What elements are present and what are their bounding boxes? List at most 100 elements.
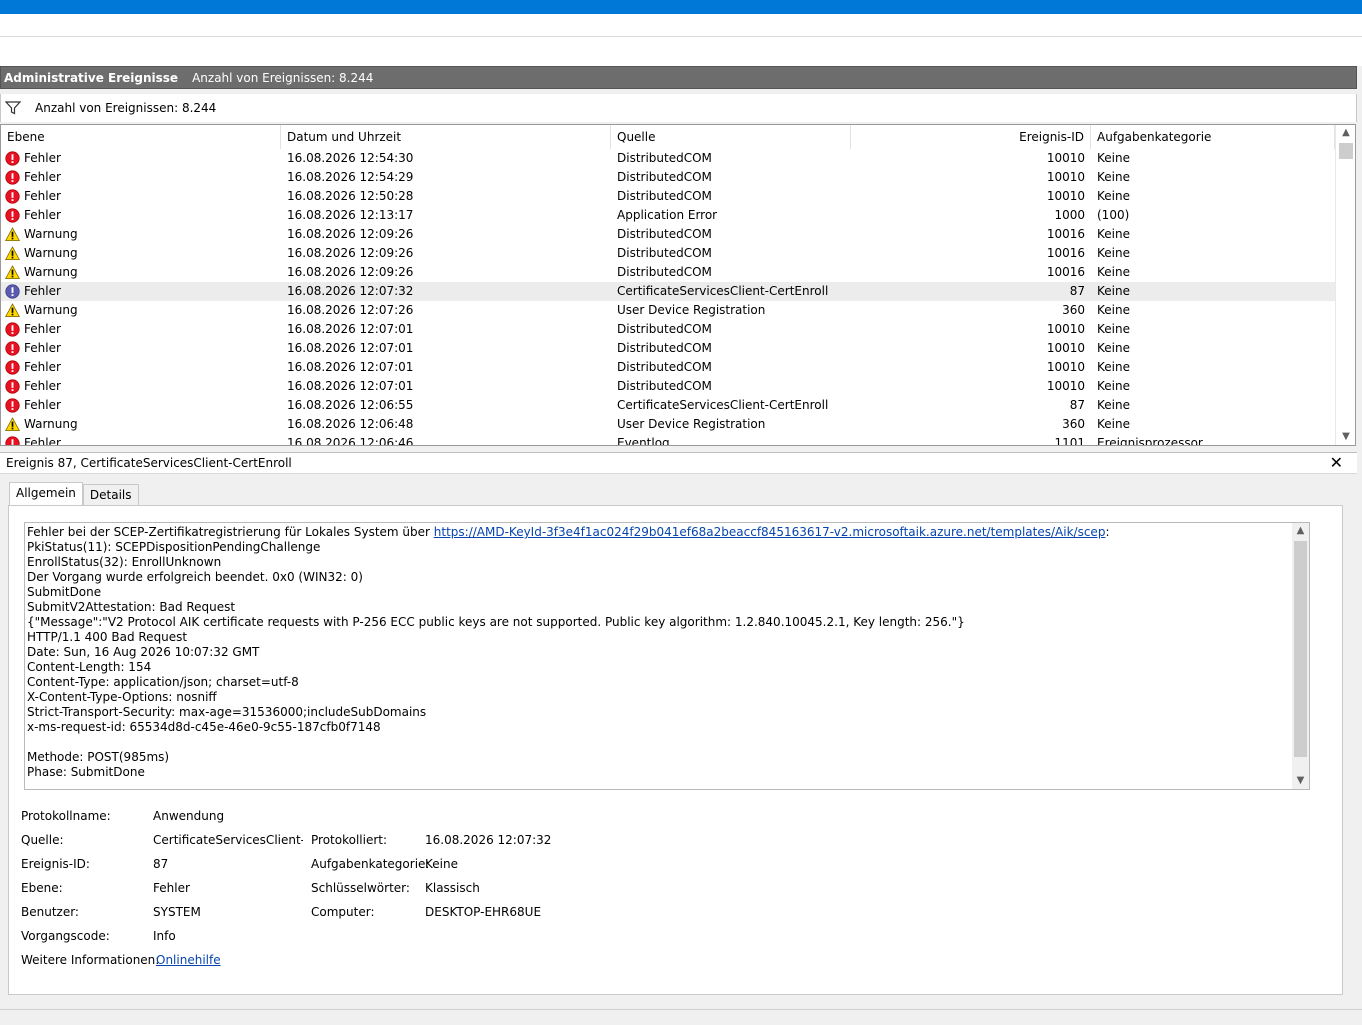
panel-event-count: Anzahl von Ereignissen: 8.244 [192,70,374,85]
table-row[interactable]: Fehler 16.08.2026 12:07:01 DistributedCOM 1… [1,377,1335,396]
error-icon [5,189,20,204]
row-source: CertificateServicesClient-CertEnroll [617,284,829,298]
row-category: Keine [1097,246,1130,260]
error-icon [5,322,20,337]
filter-event-count: Anzahl von Ereignissen: 8.244 [35,101,217,115]
keywords-value[interactable]: Klassisch [425,880,480,896]
row-category: Keine [1097,398,1130,412]
row-category: Keine [1097,360,1130,374]
table-row[interactable]: Fehler 16.08.2026 12:13:17 Application Err… [1,206,1335,225]
row-event-id: 360 [1062,417,1085,431]
table-row[interactable]: Fehler 16.08.2026 12:06:55 CertificateServ… [1,396,1335,415]
more-info-value[interactable]: Onlinehilfe [156,952,221,968]
grid-vertical-scrollbar[interactable]: ▲ ▼ [1335,125,1355,445]
event-message-box[interactable]: Fehler bei der SCEP-Zertifikatregistrier… [24,522,1310,790]
level-value[interactable]: Fehler [153,880,190,896]
row-level: Fehler [1,149,281,168]
opcode-value[interactable]: Info [153,928,176,944]
table-row[interactable]: Warnung 16.08.2026 12:09:26 DistributedCOM… [1,263,1335,282]
task-category-value[interactable]: Keine [425,856,458,872]
table-row[interactable]: Fehler 16.08.2026 12:07:01 DistributedCOM 1… [1,358,1335,377]
row-source: DistributedCOM [617,322,712,336]
message-body: PkiStatus(11): SCEPDispositionPendingCha… [27,540,965,779]
row-event-id: 1000 [1054,208,1085,222]
grid-header: Ebene Datum und Uhrzeit Quelle Ereignis-… [1,125,1335,149]
row-date: 16.08.2026 12:06:55 [287,398,414,412]
table-row[interactable]: Warnung 16.08.2026 12:07:26 User Device Re… [1,301,1335,320]
event-message-text[interactable]: Fehler bei der SCEP-Zertifikatregistrier… [27,525,1289,780]
message-scroll-thumb[interactable] [1294,541,1307,757]
row-event-id: 10010 [1046,170,1085,184]
scroll-thumb[interactable] [1339,143,1353,159]
row-date: 16.08.2026 12:06:48 [287,417,414,431]
row-event-id: 10016 [1046,227,1085,241]
row-source: User Device Registration [617,417,766,431]
task-category-label: Aufgabenkategorie: [311,857,430,871]
close-icon[interactable]: ✕ [1330,454,1343,472]
row-level-text: Warnung [24,265,78,279]
row-event-id: 10016 [1046,246,1085,260]
column-header-event-id[interactable]: Ereignis-ID [851,125,1091,149]
detail-title: Ereignis 87, CertificateServicesClient-C… [6,456,292,470]
error-icon [5,360,20,375]
scroll-up-arrow-icon[interactable]: ▲ [1336,125,1355,141]
row-level: Warnung [1,301,281,320]
tab-details[interactable]: Details [82,484,139,506]
row-level: Warnung [1,244,281,263]
source-label: Quelle: [21,833,64,847]
column-header-date[interactable]: Datum und Uhrzeit [281,125,611,149]
row-level-text: Fehler [24,322,61,336]
table-row[interactable]: Fehler 16.08.2026 12:06:46 Eventlog 1101 Ere… [1,434,1335,446]
title-bar [0,0,1362,14]
table-row[interactable]: Warnung 16.08.2026 12:06:48 User Device Re… [1,415,1335,434]
scroll-down-arrow-icon[interactable]: ▼ [1336,429,1355,445]
event-id-value[interactable]: 87 [153,856,168,872]
scep-url-link[interactable]: https://AMD-KeyId-3f3e4f1ac024f29b041ef6… [434,525,1106,539]
error-icon [5,208,20,223]
table-row[interactable]: Fehler 16.08.2026 12:50:28 DistributedCOM 1… [1,187,1335,206]
message-scroll-down-icon[interactable]: ▼ [1292,773,1309,789]
error-icon [5,436,20,445]
column-header-source[interactable]: Quelle [611,125,851,149]
row-source: DistributedCOM [617,189,712,203]
online-help-link[interactable]: Onlinehilfe [156,953,221,967]
opcode-label: Vorgangscode: [21,929,110,943]
row-level-text: Fehler [24,360,61,374]
row-event-id: 87 [1069,284,1085,298]
table-row[interactable]: Warnung 16.08.2026 12:09:26 DistributedCOM… [1,225,1335,244]
table-row[interactable]: Fehler 16.08.2026 12:07:01 DistributedCOM 1… [1,339,1335,358]
row-event-id: 360 [1062,303,1085,317]
message-scroll-up-icon[interactable]: ▲ [1292,523,1309,539]
table-row[interactable]: Warnung 16.08.2026 12:09:26 DistributedCOM… [1,244,1335,263]
row-level-text: Fehler [24,170,61,184]
row-source: DistributedCOM [617,360,712,374]
column-header-level[interactable]: Ebene [1,125,281,149]
tab-general[interactable]: Allgemein [9,482,83,506]
table-row[interactable]: Fehler 16.08.2026 12:54:29 DistributedCOM 1… [1,168,1335,187]
column-header-category[interactable]: Aufgabenkategorie [1091,125,1335,149]
row-level-text: Fehler [24,284,61,298]
source-value[interactable]: CertificateServicesClient-CertEnroll [153,832,303,848]
grid-rows: Fehler 16.08.2026 12:54:30 DistributedCOM 1… [1,149,1335,446]
table-row[interactable]: Fehler 16.08.2026 12:07:01 DistributedCOM 1… [1,320,1335,339]
status-bar [0,1009,1362,1025]
user-value[interactable]: SYSTEM [153,904,201,920]
row-category: Keine [1097,341,1130,355]
row-date: 16.08.2026 12:50:28 [287,189,414,203]
row-category: Keine [1097,417,1130,431]
table-row[interactable]: Fehler 16.08.2026 12:07:32 CertificateServ… [1,282,1335,301]
event-grid[interactable]: Ebene Datum und Uhrzeit Quelle Ereignis-… [0,124,1356,446]
table-row[interactable]: Fehler 16.08.2026 12:54:30 DistributedCOM 1… [1,149,1335,168]
message-vertical-scrollbar[interactable]: ▲ ▼ [1292,523,1309,789]
computer-value[interactable]: DESKTOP-EHR68UE [425,904,541,920]
row-level: Fehler [1,168,281,187]
log-name-value[interactable]: Anwendung [153,808,224,824]
row-category: Keine [1097,170,1130,184]
row-level: Warnung [1,415,281,434]
row-level: Fehler [1,358,281,377]
row-source: Eventlog [617,436,670,446]
row-event-id: 10010 [1046,341,1085,355]
logged-value[interactable]: 16.08.2026 12:07:32 [425,832,551,848]
filter-icon[interactable] [5,101,21,115]
row-date: 16.08.2026 12:09:26 [287,265,414,279]
